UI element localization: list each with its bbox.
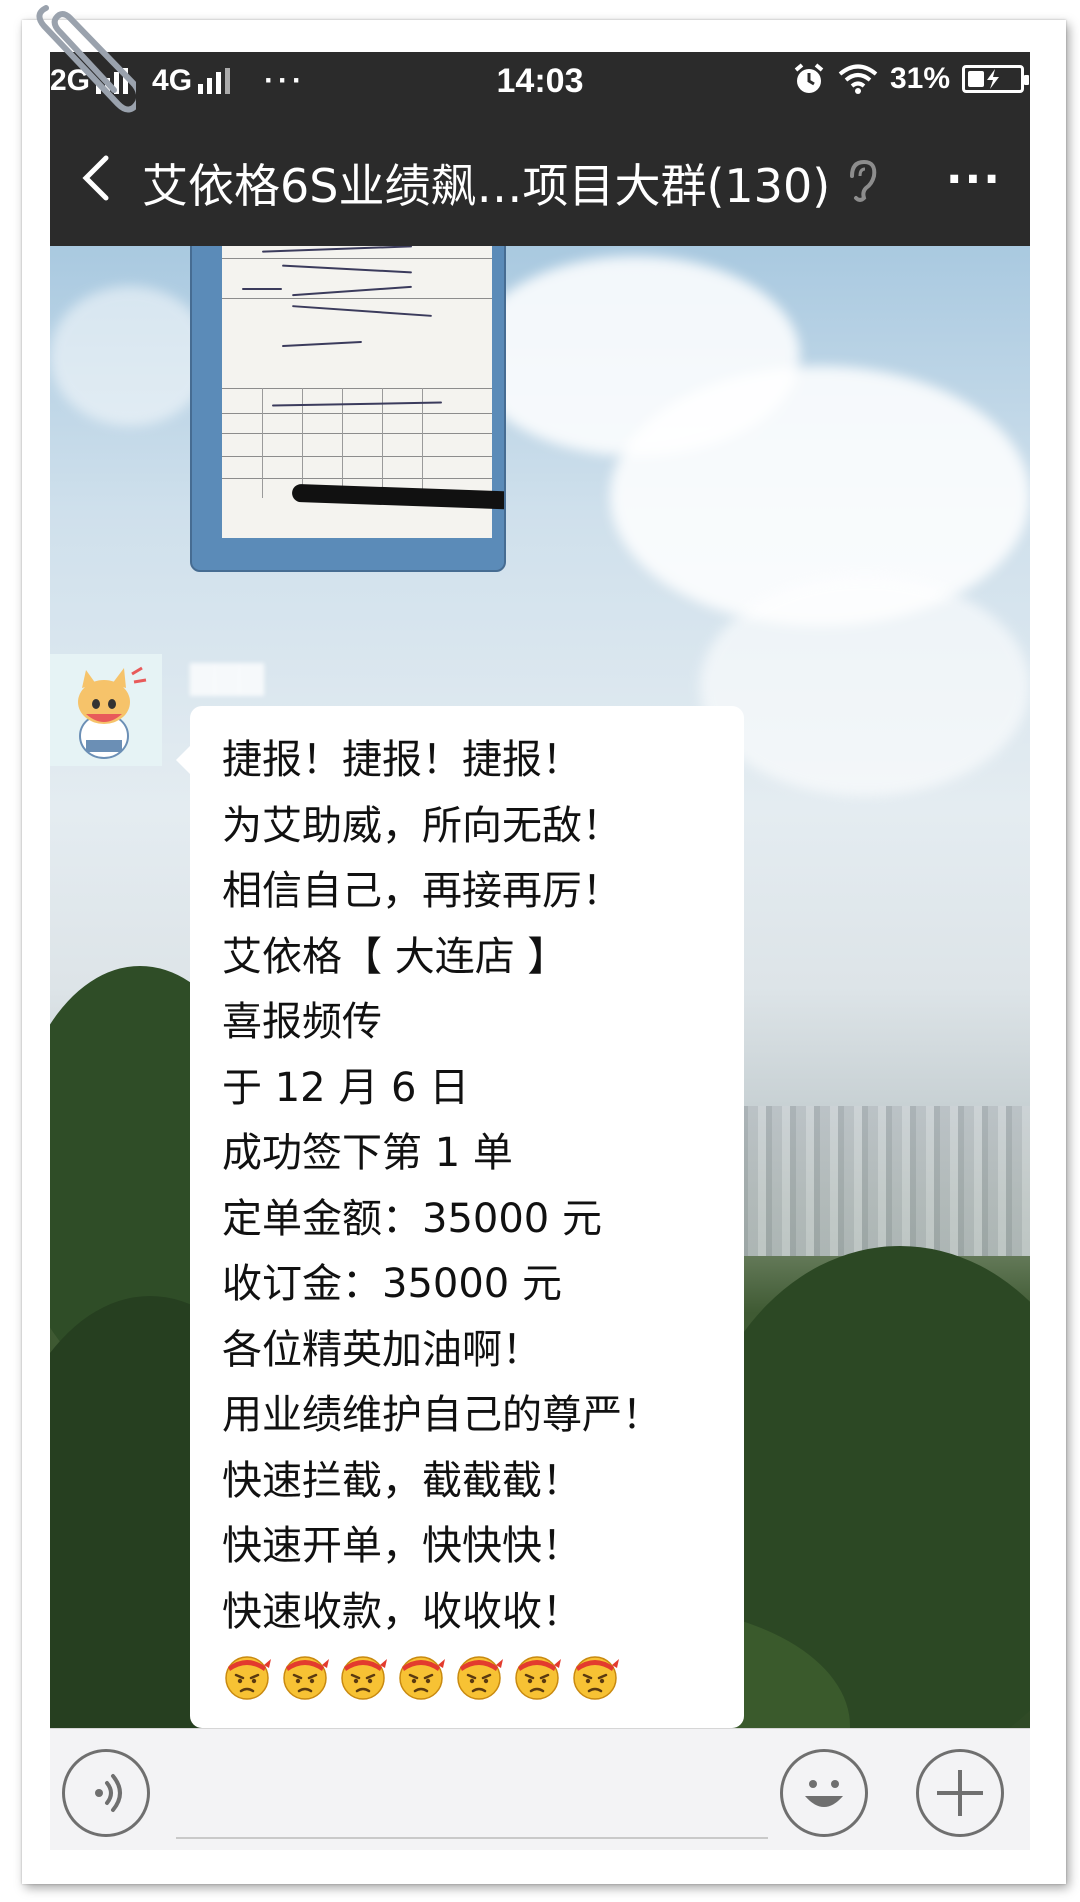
- earpiece-mode-icon: [850, 159, 877, 202]
- determined-headband-emoji: [457, 1656, 503, 1700]
- message-line: 收订金：35000 元: [222, 1261, 562, 1307]
- sender-avatar[interactable]: [50, 654, 162, 766]
- phone-screen: 2G 4G ··· 14:03 31% 艾依格6S业绩飙…项目大群(130) ·…: [50, 52, 1030, 1850]
- message-line: 艾依格【 大连店 】: [222, 933, 568, 980]
- background-city: [700, 1106, 1030, 1256]
- image-message[interactable]: [190, 246, 506, 572]
- emoji-button[interactable]: [780, 1749, 868, 1837]
- message-line: 成功签下第 1 单: [222, 1130, 513, 1176]
- message-line: 于 12 月 6 日: [222, 1064, 470, 1111]
- text-message-bubble[interactable]: 捷报！捷报！捷报！ 为艾助威，所向无敌！ 相信自己，再接再厉！ 艾依格【 大连店…: [176, 706, 744, 1728]
- chat-title: 艾依格6S业绩飙…项目大群(130): [142, 159, 831, 213]
- more-options-icon[interactable]: ···: [946, 154, 1002, 205]
- message-line: 快速开单，快快快！: [222, 1523, 582, 1569]
- battery-icon: [962, 65, 1029, 93]
- status-bar: 2G 4G ··· 14:03 31%: [50, 52, 1030, 110]
- background-cloud: [50, 286, 210, 426]
- message-line: 快速收款，收收收！: [222, 1588, 582, 1635]
- determined-headband-emoji: [399, 1656, 445, 1700]
- determined-headband-emoji: [225, 1656, 271, 1700]
- determined-headband-emoji: [283, 1656, 329, 1700]
- message-input[interactable]: [176, 1837, 768, 1839]
- alarm-icon: [794, 63, 824, 93]
- message-line: 各位精英加油啊！: [222, 1326, 542, 1373]
- add-attachment-button[interactable]: [916, 1749, 1004, 1837]
- sender-name-blurred: ▇▇▇: [190, 658, 264, 696]
- background-cloud: [700, 576, 1030, 796]
- smiley-icon: [805, 1780, 843, 1807]
- chat-area[interactable]: ▇▇▇ 捷报！捷报！捷报！ 为艾助威，所向无敌！ 相信自己，再接再厉！ 艾依格【…: [50, 246, 1030, 1728]
- message-line: 定单金额：35000 元: [222, 1195, 602, 1242]
- paperclip-icon: [36, 5, 136, 113]
- emoji-row: [222, 1651, 744, 1701]
- battery-percent: 31%: [889, 62, 950, 95]
- chat-header: 艾依格6S业绩飙…项目大群(130) ···: [50, 110, 1030, 246]
- back-arrow-icon[interactable]: [68, 148, 128, 208]
- determined-headband-emoji: [515, 1656, 561, 1700]
- message-line: 捷报！捷报！捷报！: [222, 737, 582, 783]
- plus-icon: [937, 1770, 983, 1816]
- message-line: 用业绩维护自己的尊严！: [222, 1392, 662, 1438]
- message-line: 快速拦截，截截截！: [222, 1457, 582, 1504]
- determined-headband-emoji: [341, 1656, 387, 1700]
- input-bar: [50, 1728, 1030, 1850]
- message-line: 喜报频传: [222, 999, 382, 1045]
- message-line: 相信自己，再接再厉！: [222, 868, 622, 914]
- determined-headband-emoji: [573, 1656, 619, 1700]
- wifi-icon: [838, 64, 878, 94]
- voice-input-button[interactable]: [62, 1749, 150, 1837]
- message-line: 为艾助威，所向无敌！: [222, 802, 622, 849]
- voice-icon: [95, 1774, 122, 1812]
